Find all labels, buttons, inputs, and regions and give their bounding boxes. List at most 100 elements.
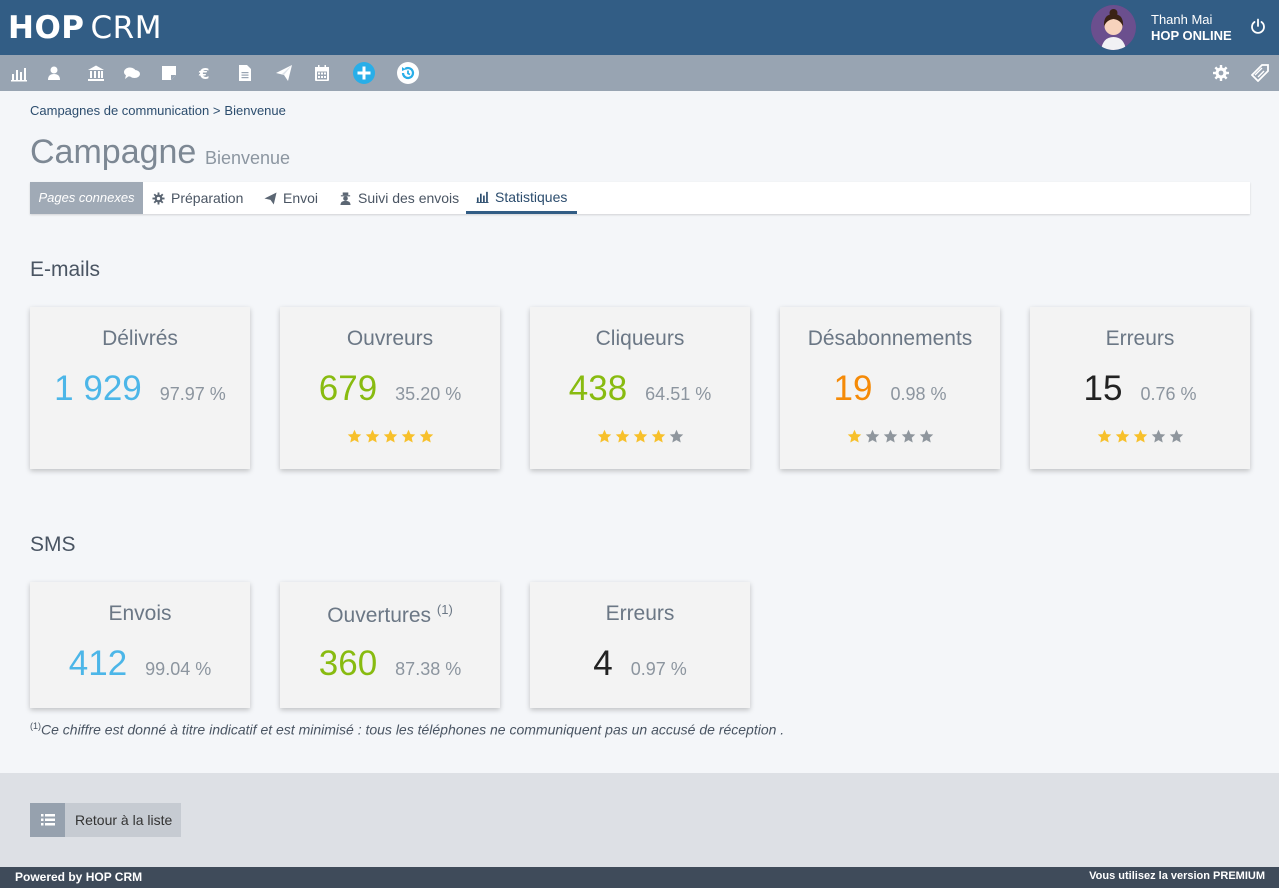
- footnote-marker: (1): [30, 721, 41, 731]
- star-filled-icon: [1115, 429, 1129, 443]
- star-filled-icon: [597, 429, 611, 443]
- user-icon[interactable]: [44, 63, 64, 83]
- logo-crm-text: CRM: [90, 10, 162, 46]
- add-icon[interactable]: [352, 61, 376, 85]
- stat-value: 15: [1083, 369, 1123, 408]
- stat-card-title: Erreurs: [1105, 327, 1175, 350]
- main-toolbar: €: [0, 55, 1279, 91]
- bottom-action-area: [0, 773, 1279, 867]
- stat-card-title: Erreurs: [605, 602, 675, 625]
- sms-stat-card: Erreurs 4 0.97 %: [530, 582, 750, 708]
- star-rating: [780, 429, 1000, 444]
- stat-percent: 0.97 %: [630, 659, 687, 679]
- stat-value: 4: [593, 644, 613, 683]
- svg-text:€: €: [198, 65, 209, 82]
- stat-percent: 0.98 %: [890, 384, 947, 404]
- sms-stat-card: Envois 412 99.04 %: [30, 582, 250, 708]
- top-header: HOP CRM Thanh Mai HOP ONLINE: [0, 0, 1279, 55]
- calendar-icon[interactable]: [312, 63, 332, 83]
- tag-icon[interactable]: [1250, 63, 1270, 83]
- star-filled-icon: [651, 429, 665, 443]
- bank-icon[interactable]: [86, 63, 106, 83]
- star-filled-icon: [347, 429, 361, 443]
- breadcrumb-parent[interactable]: Campagnes de communication >: [30, 103, 220, 118]
- star-empty-icon: [919, 429, 933, 443]
- page-subtitle: Bienvenue: [205, 148, 291, 168]
- emails-stat-card: Cliqueurs 438 64.51 %: [530, 307, 750, 469]
- tab-preparation[interactable]: Préparation: [152, 182, 243, 214]
- send-icon[interactable]: [274, 63, 294, 83]
- tab-statistiques-label: Statistiques: [495, 188, 568, 205]
- chat-icon[interactable]: [122, 63, 142, 83]
- star-filled-icon: [615, 429, 629, 443]
- euro-icon[interactable]: €: [195, 63, 215, 83]
- history-icon[interactable]: [396, 61, 420, 85]
- breadcrumb-current: Bienvenue: [224, 103, 286, 118]
- tab-preparation-label: Préparation: [171, 190, 244, 206]
- stat-value: 1 929: [54, 369, 142, 408]
- stat-percent: 87.38 %: [395, 659, 462, 679]
- stat-value: 360: [318, 644, 378, 683]
- send-icon: [264, 191, 277, 205]
- stat-percent: 0.76 %: [1140, 384, 1197, 404]
- user-info[interactable]: Thanh Mai HOP ONLINE: [1151, 12, 1232, 44]
- star-filled-icon: [419, 429, 433, 443]
- stat-card-title: Délivrés: [102, 327, 178, 350]
- star-filled-icon: [383, 429, 397, 443]
- logo-hop-text: HOP: [8, 10, 85, 46]
- stat-value: 679: [318, 369, 378, 408]
- stat-card-title: Ouvreurs: [346, 327, 434, 350]
- list-icon: [30, 803, 65, 837]
- stat-percent: 35.20 %: [395, 384, 462, 404]
- tab-envoi[interactable]: Envoi: [264, 182, 318, 214]
- star-filled-icon: [847, 429, 861, 443]
- user-name: Thanh Mai: [1151, 12, 1213, 27]
- star-filled-icon: [365, 429, 379, 443]
- footer-version: Vous utilisez la version PREMIUM: [1089, 870, 1265, 882]
- footer-powered-by: Powered by HOP CRM: [15, 870, 143, 884]
- document-icon[interactable]: [235, 63, 255, 83]
- note-icon[interactable]: [159, 63, 179, 83]
- settings-icon[interactable]: [1211, 63, 1231, 83]
- emails-stat-card: Désabonnements 19 0.98 %: [780, 307, 1000, 469]
- company-name: HOP ONLINE: [1151, 28, 1232, 43]
- stat-value: 19: [833, 369, 873, 408]
- emails-stat-card: Ouvreurs 679 35.20 %: [280, 307, 500, 469]
- footnote-text: Ce chiffre est donné à titre indicatif e…: [41, 721, 785, 738]
- stat-card-title: Envois: [108, 602, 172, 625]
- power-icon[interactable]: [1249, 17, 1267, 35]
- stat-percent: 97.97 %: [159, 384, 226, 404]
- gear-icon: [152, 191, 165, 205]
- star-empty-icon: [883, 429, 897, 443]
- stat-card-title: Ouvertures (1): [327, 602, 453, 627]
- sms-section-title: SMS: [30, 533, 76, 556]
- related-pages-tabs: Pages connexes Préparation Envoi Suivi d…: [30, 182, 1250, 214]
- star-rating: [280, 429, 500, 444]
- star-rating: [530, 429, 750, 444]
- user-secret-icon: [340, 191, 351, 205]
- tab-envoi-label: Envoi: [283, 190, 319, 206]
- tabs-label: Pages connexes: [30, 182, 143, 214]
- user-avatar[interactable]: [1091, 5, 1136, 50]
- star-rating: [1030, 429, 1250, 444]
- stat-card-title: Désabonnements: [807, 327, 973, 350]
- stat-card-title: Cliqueurs: [595, 327, 685, 350]
- tab-statistiques[interactable]: Statistiques: [466, 182, 578, 214]
- star-empty-icon: [865, 429, 879, 443]
- emails-section-title: E-mails: [30, 258, 101, 281]
- star-empty-icon: [669, 429, 683, 443]
- stat-value: 438: [568, 369, 628, 408]
- star-filled-icon: [633, 429, 647, 443]
- app-logo[interactable]: HOP CRM: [8, 10, 162, 46]
- chart-icon[interactable]: [9, 63, 29, 83]
- emails-stat-card: Erreurs 15 0.76 %: [1030, 307, 1250, 469]
- tab-suivi-envois[interactable]: Suivi des envois: [339, 182, 459, 214]
- star-filled-icon: [401, 429, 415, 443]
- back-to-list-button[interactable]: Retour à la liste: [30, 803, 181, 837]
- star-empty-icon: [1169, 429, 1183, 443]
- bar-chart-icon: [476, 191, 489, 203]
- sms-stat-card: Ouvertures (1) 360 87.38 %: [280, 582, 500, 708]
- page-footer: Powered by HOP CRM Vous utilisez la vers…: [0, 867, 1279, 888]
- star-empty-icon: [901, 429, 915, 443]
- stat-percent: 99.04 %: [145, 659, 212, 679]
